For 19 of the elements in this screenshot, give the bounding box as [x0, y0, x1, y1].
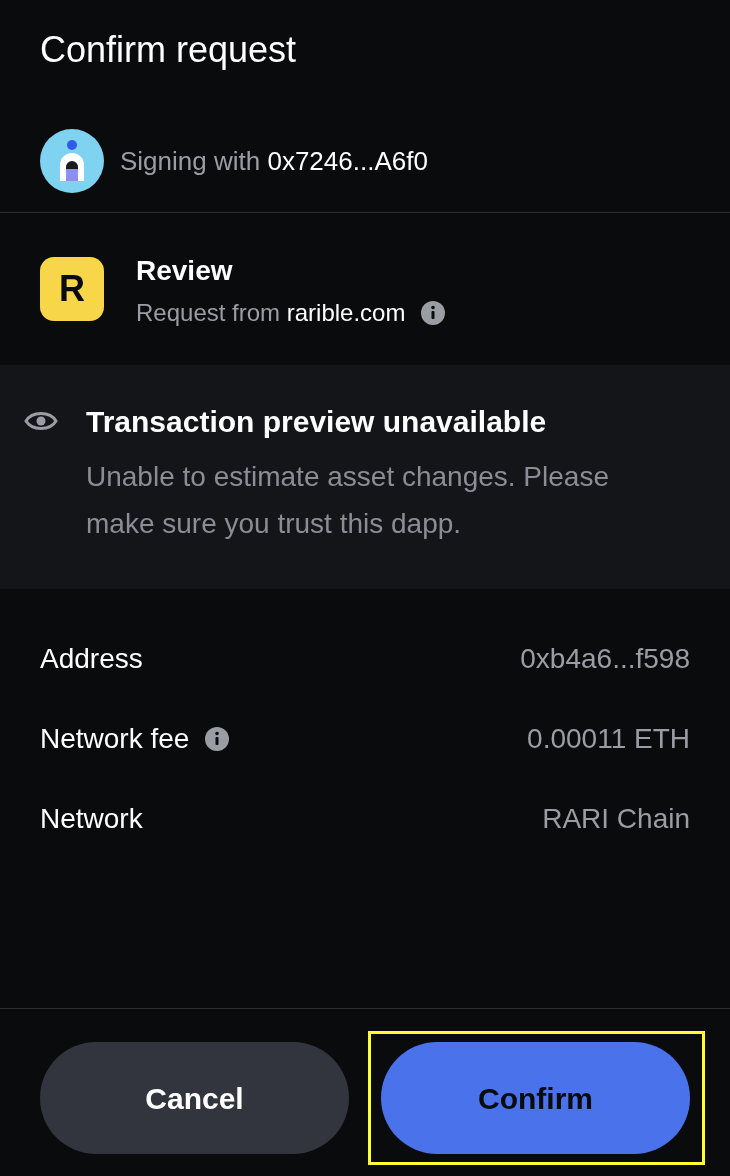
info-icon[interactable]: [205, 727, 230, 751]
avatar-icon: [40, 129, 104, 193]
signing-account: Signing with 0x7246...A6f0: [120, 144, 428, 178]
request-origin: Request from rarible.com: [136, 298, 406, 328]
info-icon[interactable]: [421, 301, 446, 325]
detail-value: 0.00011 ETH: [527, 722, 690, 756]
detail-label: Network: [40, 802, 143, 836]
detail-value: RARI Chain: [542, 802, 690, 836]
dialog-title: Confirm request: [40, 28, 298, 72]
request-title: Review: [136, 255, 234, 287]
detail-label: Address: [40, 642, 143, 676]
preview-title: Transaction preview unavailable: [86, 404, 548, 440]
eye-icon: [24, 409, 58, 433]
app-logo: R: [40, 257, 104, 321]
detail-value: 0xb4a6...f598: [520, 642, 690, 676]
confirm-button[interactable]: Confirm: [381, 1042, 690, 1154]
cancel-button[interactable]: Cancel: [40, 1042, 349, 1154]
detail-label: Network fee: [40, 722, 190, 756]
preview-message: Unable to estimate asset changes. Please make sure you trust this dapp.: [86, 460, 610, 541]
